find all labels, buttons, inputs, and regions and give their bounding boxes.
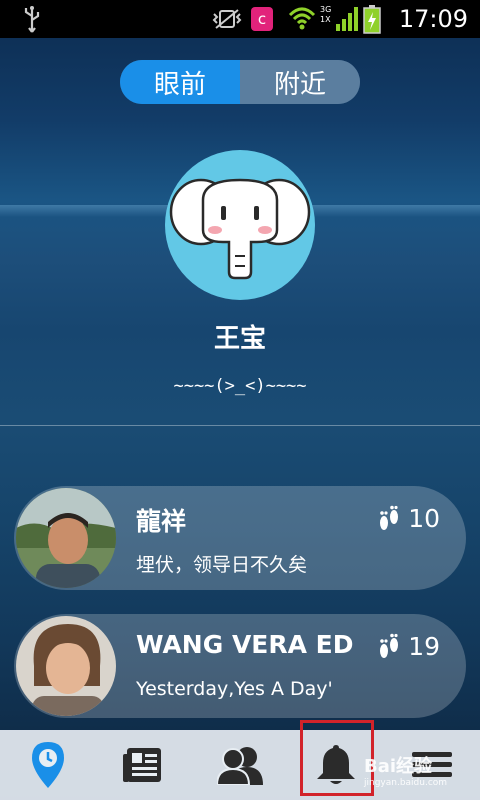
elephant-avatar-icon: [169, 178, 311, 280]
step-count-value: 10: [408, 504, 440, 533]
tab-location[interactable]: [0, 730, 96, 800]
contact-avatar[interactable]: [16, 616, 116, 716]
signal-icon: [336, 7, 358, 31]
wifi-icon: [288, 7, 316, 30]
contact-name: 龍祥: [136, 507, 187, 536]
watermark: Bai经验 jingyan.baidu.com: [364, 752, 447, 788]
profile-name: 王宝: [213, 324, 266, 354]
contact-card[interactable]: WANG VERA ED Yesterday,Yes A Day' 19: [14, 614, 466, 718]
watermark-brand: Bai经验: [364, 756, 433, 777]
tab-nearby[interactable]: 附近: [240, 60, 360, 104]
profile-signature: ~~~~(>_<)~~~~: [173, 376, 307, 396]
network-type-label: 3G: [320, 5, 332, 14]
app-notification-icon: c: [251, 7, 273, 31]
battery-icon: [363, 5, 381, 34]
usb-icon: [24, 6, 40, 33]
footprints-icon: [380, 633, 399, 658]
footprints-icon: [380, 505, 399, 530]
location-pin-icon: [32, 742, 64, 788]
person-photo-icon: [16, 488, 116, 588]
network-type: 3G 1X: [320, 5, 331, 25]
contact-avatar[interactable]: [16, 488, 116, 588]
status-bar: c 3G 1X 17:09: [0, 0, 480, 38]
tab-people[interactable]: [192, 730, 288, 800]
step-count: 19: [378, 632, 440, 661]
divider: [0, 425, 480, 426]
contact-name: WANG VERA ED: [136, 630, 354, 659]
screen: c 3G 1X 17:09 眼前 附近 王宝 ~~~~(>_<)~~~~ 龍祥 …: [0, 0, 480, 800]
people-icon: [217, 747, 263, 785]
profile-avatar[interactable]: [165, 150, 315, 300]
contact-card[interactable]: 龍祥 埋伏，领导日不久矣 10: [14, 486, 466, 590]
tab-nearby-now[interactable]: 眼前: [120, 60, 240, 104]
tab-news[interactable]: [96, 730, 192, 800]
contact-message: Yesterday,Yes A Day': [136, 678, 333, 700]
status-time: 17:09: [398, 5, 468, 33]
network-type-sub-label: 1X: [320, 15, 331, 24]
watermark-url: jingyan.baidu.com: [364, 778, 448, 788]
annotation-highlight-box: [300, 720, 374, 796]
view-toggle: 眼前 附近: [120, 60, 360, 104]
contact-message: 埋伏，领导日不久矣: [136, 554, 308, 576]
news-icon: [123, 748, 161, 782]
step-count-value: 19: [408, 632, 440, 661]
vibrate-icon: [212, 9, 242, 29]
step-count: 10: [378, 504, 440, 533]
person-photo-icon: [16, 616, 116, 716]
